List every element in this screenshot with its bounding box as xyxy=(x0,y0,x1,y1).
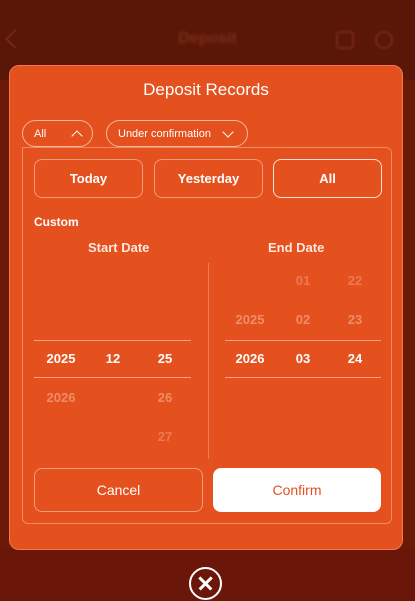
confirm-button[interactable]: Confirm xyxy=(213,468,381,512)
end-month-selected[interactable]: 03 xyxy=(278,351,328,366)
today-button[interactable]: Today xyxy=(34,159,143,198)
end-picker-selection-top xyxy=(225,340,381,341)
start-picker-selection-top xyxy=(34,340,191,341)
deposit-records-modal: Deposit Records All Under confirmation T… xyxy=(9,65,403,550)
end-year-selected[interactable]: 2026 xyxy=(225,351,275,366)
cancel-button[interactable]: Cancel xyxy=(34,468,203,512)
end-year-option[interactable]: 2025 xyxy=(225,312,275,327)
calendar-icon xyxy=(336,31,354,49)
status-filter-value: Under confirmation xyxy=(118,127,211,140)
picker-divider xyxy=(208,263,209,459)
start-picker-selection-bottom xyxy=(34,377,191,378)
end-day-option[interactable]: 22 xyxy=(330,273,380,288)
start-day-option[interactable]: 26 xyxy=(140,390,190,405)
start-day-selected[interactable]: 25 xyxy=(140,351,190,366)
end-day-option[interactable]: 23 xyxy=(330,312,380,327)
end-month-option[interactable]: 01 xyxy=(278,273,328,288)
end-date-title: End Date xyxy=(268,240,325,255)
end-day-selected[interactable]: 24 xyxy=(330,351,380,366)
start-year-selected[interactable]: 2025 xyxy=(36,351,86,366)
start-date-title: Start Date xyxy=(88,240,150,255)
type-filter-dropdown[interactable]: All xyxy=(22,120,93,147)
start-year-option[interactable]: 2026 xyxy=(36,390,86,405)
modal-title: Deposit Records xyxy=(143,80,269,99)
all-button[interactable]: All xyxy=(273,159,382,198)
start-day-option[interactable]: 27 xyxy=(140,429,190,444)
date-range-panel: Today Yesterday All Custom Start Date En… xyxy=(22,147,392,524)
yesterday-button[interactable]: Yesterday xyxy=(154,159,263,198)
end-picker-selection-bottom xyxy=(225,377,381,378)
start-month-selected[interactable]: 12 xyxy=(88,351,138,366)
end-month-option[interactable]: 02 xyxy=(278,312,328,327)
support-icon xyxy=(375,31,393,49)
close-circle-icon[interactable] xyxy=(189,567,222,600)
chevron-down-icon xyxy=(222,126,234,138)
status-filter-dropdown[interactable]: Under confirmation xyxy=(106,120,248,147)
chevron-up-icon xyxy=(71,130,83,142)
custom-label: Custom xyxy=(34,215,79,229)
type-filter-value: All xyxy=(34,127,47,140)
